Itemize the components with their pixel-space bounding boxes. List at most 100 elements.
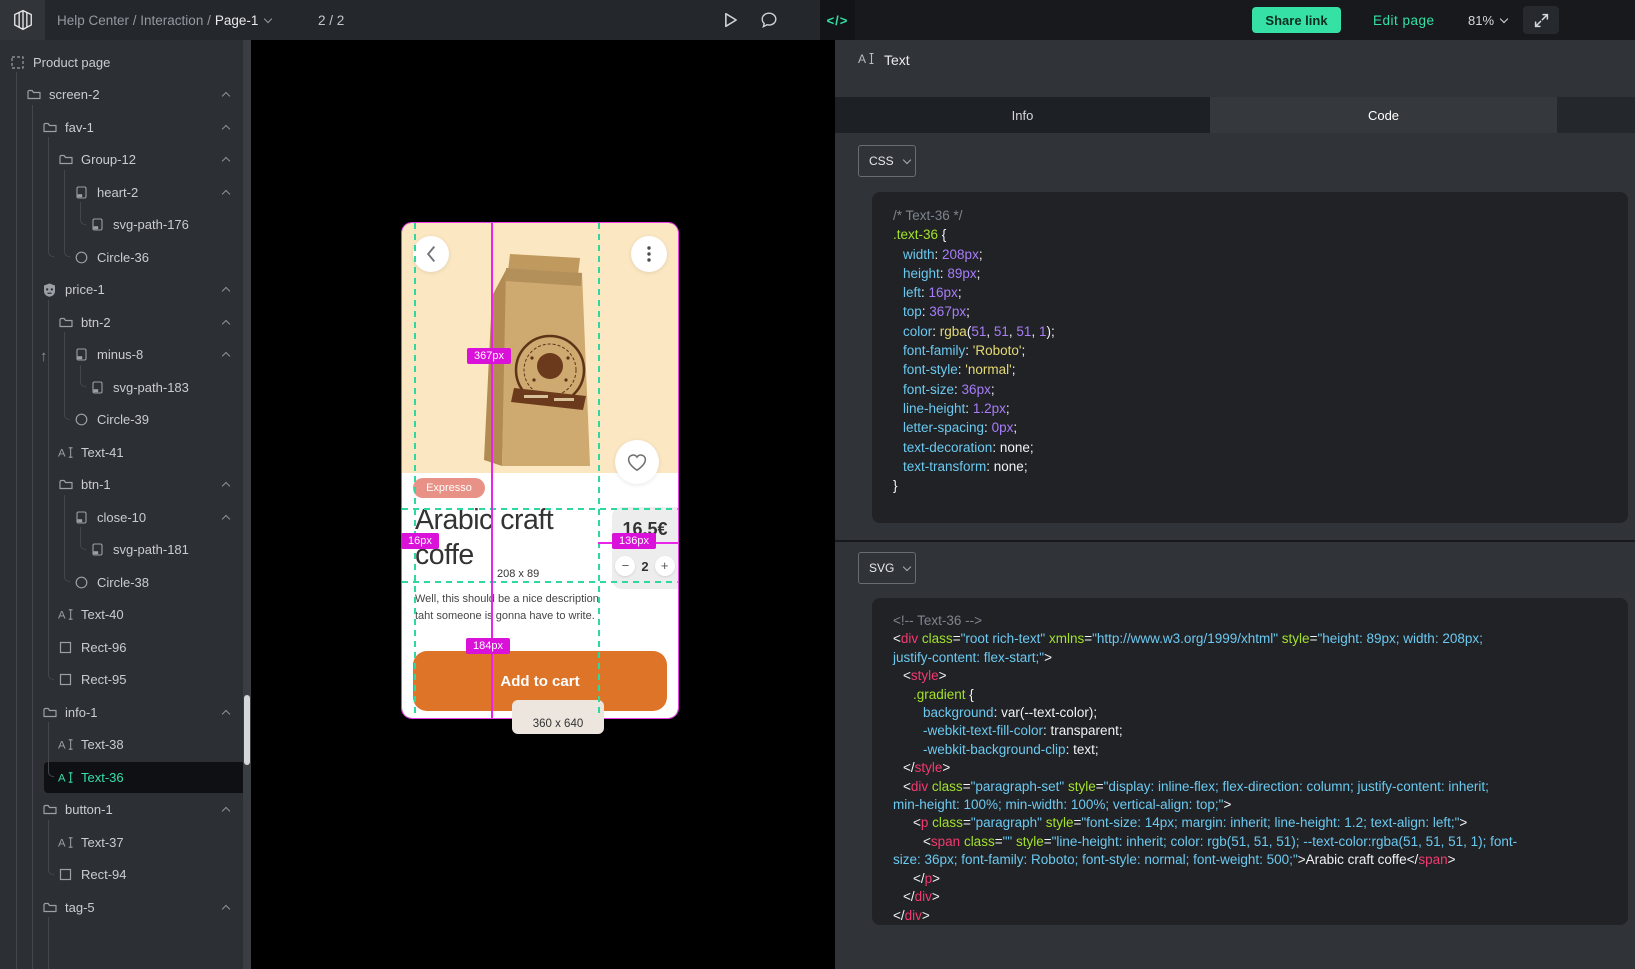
svg-icon — [90, 380, 105, 395]
collapse-chevron-icon[interactable] — [216, 87, 229, 102]
indent-guide — [48, 722, 54, 777]
tree-item-tag-5[interactable]: tag-5 — [0, 891, 243, 924]
indent-guide — [32, 105, 33, 969]
svg-icon — [74, 347, 89, 362]
breadcrumb[interactable]: Help Center / Interaction / Page-1 — [57, 0, 271, 40]
quantity-value: 2 — [641, 559, 648, 574]
product-description-text[interactable]: Well, this should be a nice description … — [415, 591, 599, 625]
tree-item-Group-12[interactable]: Group-12 — [0, 144, 243, 177]
more-options-button[interactable] — [631, 236, 667, 272]
design-canvas[interactable]: Expresso Arabic craft coffe 208 x 89 16.… — [251, 40, 835, 969]
code-line: letter-spacing: 0px; — [893, 418, 1610, 437]
tree-item-label: Group-12 — [81, 152, 136, 167]
edit-page-link[interactable]: Edit page — [1373, 0, 1435, 40]
collapse-chevron-icon[interactable] — [216, 282, 229, 297]
code-line: -webkit-text-fill-color: transparent; — [893, 722, 1610, 740]
tree-item-Rect-94[interactable]: Rect-94 — [0, 859, 243, 892]
tree-item-Rect-95[interactable]: Rect-95 — [0, 664, 243, 697]
quantity-plus-button[interactable]: + — [655, 556, 675, 576]
zoom-level-dropdown[interactable]: 81% — [1468, 0, 1507, 40]
circle-icon — [74, 575, 89, 590]
tab-info[interactable]: Info — [835, 97, 1210, 133]
circle-icon — [74, 412, 89, 427]
section-divider — [835, 540, 1635, 542]
tree-item-Circle-38[interactable]: Circle-38 — [0, 566, 243, 599]
collapse-chevron-icon[interactable] — [216, 120, 229, 135]
code-line: color: rgba(51, 51, 51, 1); — [893, 322, 1610, 341]
share-link-button[interactable]: Share link — [1252, 7, 1341, 33]
inspector-panel: A Text Info Code CSS /* Text-36 */.text-… — [835, 40, 1635, 969]
tree-item-label: heart-2 — [97, 185, 138, 200]
code-line: <div class="paragraph-set" style="displa… — [893, 778, 1610, 796]
quantity-minus-button[interactable]: − — [615, 556, 635, 576]
collapse-chevron-icon[interactable] — [216, 802, 229, 817]
tree-item-Text-40[interactable]: AText-40 — [0, 599, 243, 632]
tree-item-label: svg-path-183 — [113, 380, 189, 395]
comments-button[interactable] — [752, 0, 786, 40]
tree-item-label: btn-1 — [81, 477, 111, 492]
svg-code-block[interactable]: <!-- Text-36 --><div class="root rich-te… — [872, 598, 1628, 925]
measurement-badge-right: 136px — [612, 533, 656, 549]
tree-item-info-1[interactable]: info-1 — [0, 696, 243, 729]
css-code-block[interactable]: /* Text-36 */.text-36 {width: 208px;heig… — [872, 192, 1628, 523]
tabs-spacer — [1557, 97, 1635, 133]
indent-guide — [48, 300, 54, 680]
breadcrumb-prefix: Help Center / Interaction / — [57, 13, 211, 28]
indent-guide — [80, 527, 86, 550]
tree-item-btn-1[interactable]: btn-1 — [0, 469, 243, 502]
collapse-chevron-icon[interactable] — [216, 347, 229, 362]
collapse-chevron-icon[interactable] — [216, 152, 229, 167]
favorite-button[interactable] — [615, 440, 659, 484]
tree-item-Circle-36[interactable]: Circle-36 — [0, 241, 243, 274]
svg-text:A: A — [58, 447, 66, 458]
tree-item-Text-37[interactable]: AText-37 — [0, 826, 243, 859]
quantity-stepper: − 2 + — [612, 551, 678, 581]
code-line: min-height: 100%; min-width: 100%; verti… — [893, 796, 1610, 814]
folder-icon — [42, 705, 57, 720]
product-title-text[interactable]: Arabic craft coffe — [415, 503, 607, 573]
expand-icon — [1534, 13, 1549, 28]
tree-item-label: Rect-96 — [81, 640, 127, 655]
product-tag-badge[interactable]: Expresso — [413, 478, 485, 498]
tree-item-Text-36[interactable]: AText-36 — [0, 761, 243, 794]
sidebar-scrollbar[interactable] — [243, 40, 251, 969]
tab-code[interactable]: Code — [1210, 97, 1557, 133]
sidebar-scrollbar-thumb[interactable] — [244, 695, 250, 765]
svg-format-dropdown[interactable]: SVG — [858, 552, 916, 584]
tree-item-Text-38[interactable]: AText-38 — [0, 729, 243, 762]
design-tool-window: Help Center / Interaction / Page-1 2 / 2… — [0, 0, 1635, 969]
collapse-chevron-icon[interactable] — [216, 315, 229, 330]
code-line: size: 36px; font-family: Roboto; font-st… — [893, 851, 1610, 869]
play-button[interactable] — [714, 0, 748, 40]
svg-format-value: SVG — [869, 561, 894, 575]
tree-item-svg-path-183[interactable]: svg-path-183 — [0, 371, 243, 404]
tree-item-close-10[interactable]: close-10 — [0, 501, 243, 534]
tree-item-heart-2[interactable]: heart-2 — [0, 176, 243, 209]
tree-item-svg-path-176[interactable]: svg-path-176 — [0, 209, 243, 242]
collapse-chevron-icon[interactable] — [216, 900, 229, 915]
collapse-chevron-icon[interactable] — [216, 477, 229, 492]
back-button[interactable] — [413, 236, 449, 272]
tree-item-Circle-39[interactable]: Circle-39 — [0, 404, 243, 437]
inspector-tabs: Info Code — [835, 97, 1635, 133]
tree-item-button-1[interactable]: button-1 — [0, 794, 243, 827]
tree-item-svg-path-181[interactable]: svg-path-181 — [0, 534, 243, 567]
tree-item-Product page[interactable]: Product page — [0, 46, 243, 79]
collapse-chevron-icon[interactable] — [216, 185, 229, 200]
indent-guide — [16, 72, 17, 969]
tree-item-Text-41[interactable]: AText-41 — [0, 436, 243, 469]
tree-item-price-1[interactable]: price-1 — [0, 274, 243, 307]
tree-item-minus-8[interactable]: minus-8 — [0, 339, 243, 372]
tree-item-Rect-96[interactable]: Rect-96 — [0, 631, 243, 664]
tree-item-screen-2[interactable]: screen-2 — [0, 79, 243, 112]
css-format-dropdown[interactable]: CSS — [858, 145, 916, 177]
product-page-frame[interactable]: Expresso Arabic craft coffe 208 x 89 16.… — [402, 223, 678, 718]
app-logo[interactable] — [0, 0, 45, 40]
collapse-chevron-icon[interactable] — [216, 510, 229, 525]
text-layer-icon: A — [858, 52, 874, 68]
tree-item-btn-2[interactable]: btn-2 — [0, 306, 243, 339]
fullscreen-button[interactable] — [1523, 6, 1559, 34]
tree-item-fav-1[interactable]: fav-1 — [0, 111, 243, 144]
collapse-chevron-icon[interactable] — [216, 705, 229, 720]
code-view-button[interactable]: </> — [820, 0, 855, 40]
